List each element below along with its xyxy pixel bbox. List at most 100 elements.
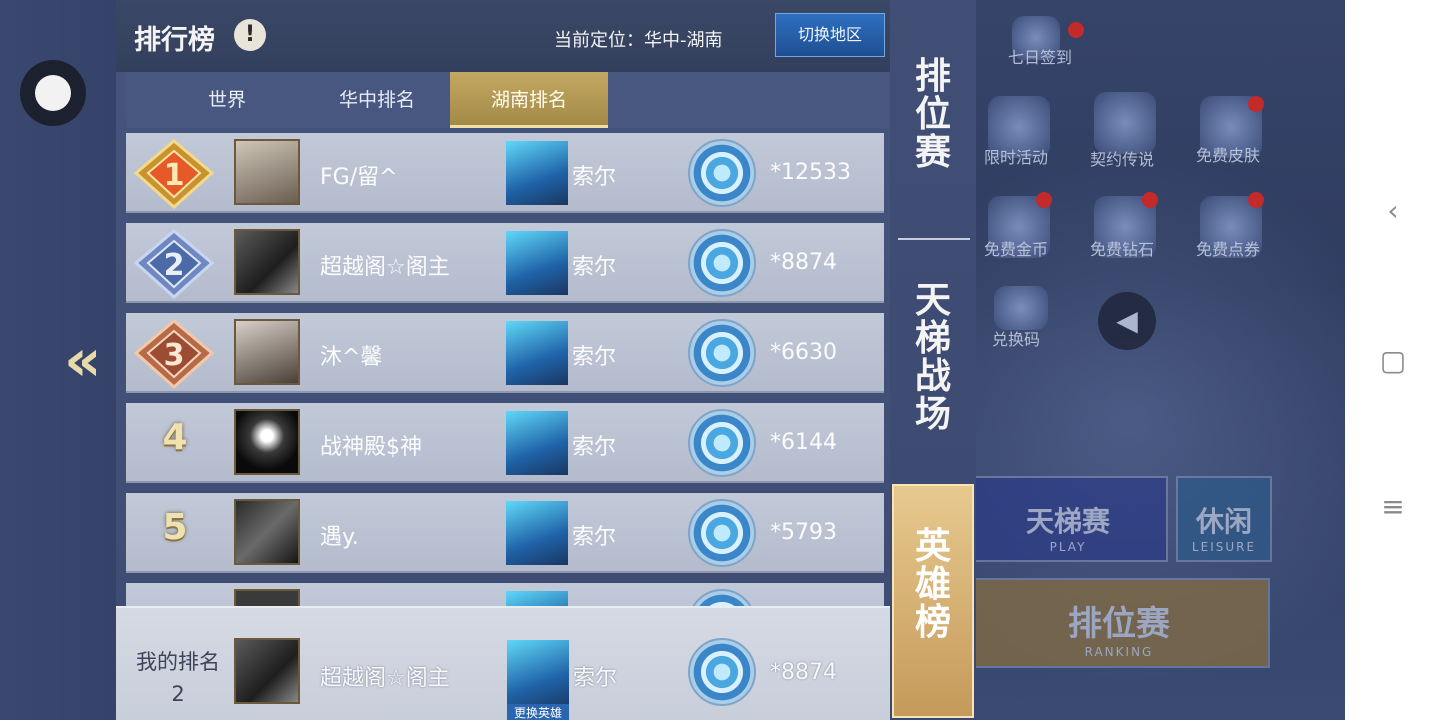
table-row[interactable]: 5 遇y. 索尔 *5793 <box>126 493 884 573</box>
back-chevron-icon[interactable]: « <box>64 331 108 389</box>
hero-name: 索尔 <box>572 255 617 280</box>
table-row[interactable]: 2 超越阁☆阁主 索尔 *8874 <box>126 223 884 303</box>
bronze-rank-badge-icon: 3 <box>133 319 215 389</box>
my-rank-title: 我的排名 <box>136 650 220 674</box>
hero-name: 索尔 <box>572 525 617 550</box>
hero-portrait[interactable] <box>506 321 568 385</box>
info-icon[interactable]: ! <box>234 19 266 51</box>
hero-portrait[interactable] <box>506 231 568 295</box>
rank-medal-icon <box>688 409 756 477</box>
panel-header: 排行榜 ! 当前定位：华中-湖南 切换地区 <box>116 0 890 72</box>
rank-number: 5 <box>162 507 188 548</box>
table-row[interactable]: 3 沐^馨 索尔 *6630 <box>126 313 884 393</box>
my-rank-number: 2 <box>171 682 185 706</box>
current-location: 当前定位：华中-湖南 <box>554 30 723 51</box>
player-name: 超越阁☆阁主 <box>320 255 450 280</box>
contract-legend-label[interactable]: 契约传说 <box>1090 146 1154 170</box>
gold-rank-badge-icon: 1 <box>133 139 215 209</box>
notification-dot <box>1036 192 1052 208</box>
free-gold-label[interactable]: 免费金币 <box>984 236 1048 260</box>
hero-name: 索尔 <box>572 345 617 370</box>
contract-legend-icon[interactable] <box>1094 92 1156 154</box>
tab-divider <box>898 238 970 240</box>
ranking-panel: 排行榜 ! 当前定位：华中-湖南 切换地区 世界 华中排名 湖南排名 1 FG/… <box>116 0 890 720</box>
ranking-mode-sub: RANKING <box>1084 645 1154 659</box>
category-side-tabs: 排位赛 天梯战场 英雄榜 <box>890 0 976 720</box>
hero-portrait[interactable] <box>506 141 568 205</box>
back-icon[interactable]: ‹ <box>1373 194 1413 227</box>
redeem-code-label[interactable]: 兑换码 <box>992 326 1040 350</box>
rank-medal-icon <box>688 229 756 297</box>
silver-rank-badge-icon: 2 <box>133 229 215 299</box>
rank-medal-icon <box>688 139 756 207</box>
ranking-mode-button[interactable]: 排位赛 RANKING <box>968 578 1270 668</box>
score: *8874 <box>770 250 837 275</box>
rank-number: 1 <box>164 158 185 193</box>
system-nav-bar: ‹ ▢ ≡ <box>1345 0 1440 720</box>
ladder-mode-sub: PLAY <box>1049 540 1087 554</box>
table-row[interactable]: 1 FG/留^ 索尔 *12533 <box>126 133 884 213</box>
side-tab-ladder[interactable]: 天梯战场 <box>908 282 958 434</box>
notification-dot <box>1248 192 1264 208</box>
hero-name: 索尔 <box>572 435 617 460</box>
player-name: 战神殿$神 <box>320 435 422 460</box>
score: *12533 <box>770 160 851 185</box>
table-row[interactable]: 4 战神殿$神 索尔 *6144 <box>126 403 884 483</box>
hero-name: 索尔 <box>572 165 617 190</box>
leisure-mode-sub: LEISURE <box>1191 540 1257 554</box>
page-title: 排行榜 <box>134 25 215 56</box>
avatar[interactable] <box>234 409 300 475</box>
ranking-mode-label: 排位赛 <box>1068 604 1170 644</box>
home-icon[interactable]: ▢ <box>1373 344 1413 377</box>
avatar[interactable] <box>234 229 300 295</box>
player-name: 超越阁☆阁主 <box>320 666 450 691</box>
avatar[interactable] <box>234 139 300 205</box>
rank-number: 3 <box>164 338 185 373</box>
leisure-mode-button[interactable]: 休闲 LEISURE <box>1176 476 1272 562</box>
free-voucher-label[interactable]: 免费点券 <box>1196 236 1260 260</box>
score: *5793 <box>770 520 837 545</box>
redeem-code-icon[interactable] <box>994 286 1048 330</box>
change-hero-button[interactable]: 更换英雄 <box>507 704 569 720</box>
seven-day-signin-label[interactable]: 七日签到 <box>1008 44 1072 68</box>
leisure-mode-label: 休闲 <box>1195 505 1252 538</box>
player-name: FG/留^ <box>320 165 398 190</box>
free-skin-label[interactable]: 免费皮肤 <box>1196 142 1260 166</box>
score: *6144 <box>770 430 837 455</box>
score: *6630 <box>770 340 837 365</box>
tab-world[interactable]: 世界 <box>148 72 306 128</box>
hero-portrait[interactable] <box>506 411 568 475</box>
hero-name: 索尔 <box>573 666 618 691</box>
notification-dot <box>1248 96 1264 112</box>
menu-icon[interactable]: ≡ <box>1373 490 1413 523</box>
player-name: 遇y. <box>320 525 359 550</box>
rank-medal-icon <box>688 499 756 567</box>
ladder-mode-button[interactable]: 天梯赛 PLAY <box>968 476 1168 562</box>
avatar[interactable] <box>234 319 300 385</box>
tab-central-china[interactable]: 华中排名 <box>298 72 456 128</box>
my-rank-label: 我的排名 2 <box>130 646 226 710</box>
region-tabs: 世界 华中排名 湖南排名 <box>126 72 890 128</box>
rank-medal-icon <box>688 319 756 387</box>
switch-region-button[interactable]: 切换地区 <box>775 13 885 57</box>
notification-dot <box>1068 22 1084 38</box>
floating-assist-button[interactable] <box>20 60 86 126</box>
floating-ball-icon <box>35 75 71 111</box>
hero-portrait[interactable] <box>506 501 568 565</box>
side-tab-ranked[interactable]: 排位赛 <box>908 58 958 172</box>
rank-medal-icon <box>688 638 756 706</box>
tab-hunan[interactable]: 湖南排名 <box>450 72 608 128</box>
sound-icon[interactable]: ◀ <box>1098 292 1156 350</box>
limited-event-label[interactable]: 限时活动 <box>984 144 1048 168</box>
avatar[interactable] <box>234 499 300 565</box>
notification-dot <box>1142 192 1158 208</box>
rank-number: 2 <box>164 248 185 283</box>
hero-portrait[interactable] <box>507 640 569 710</box>
player-name: 沐^馨 <box>320 345 383 370</box>
my-rank-bar: 我的排名 2 超越阁☆阁主 更换英雄 索尔 *8874 <box>116 606 890 720</box>
avatar[interactable] <box>234 638 300 704</box>
rank-number: 4 <box>162 417 188 458</box>
score: *8874 <box>770 660 837 685</box>
side-tab-hero-ranking[interactable]: 英雄榜 <box>892 484 974 718</box>
free-diamond-label[interactable]: 免费钻石 <box>1090 236 1154 260</box>
